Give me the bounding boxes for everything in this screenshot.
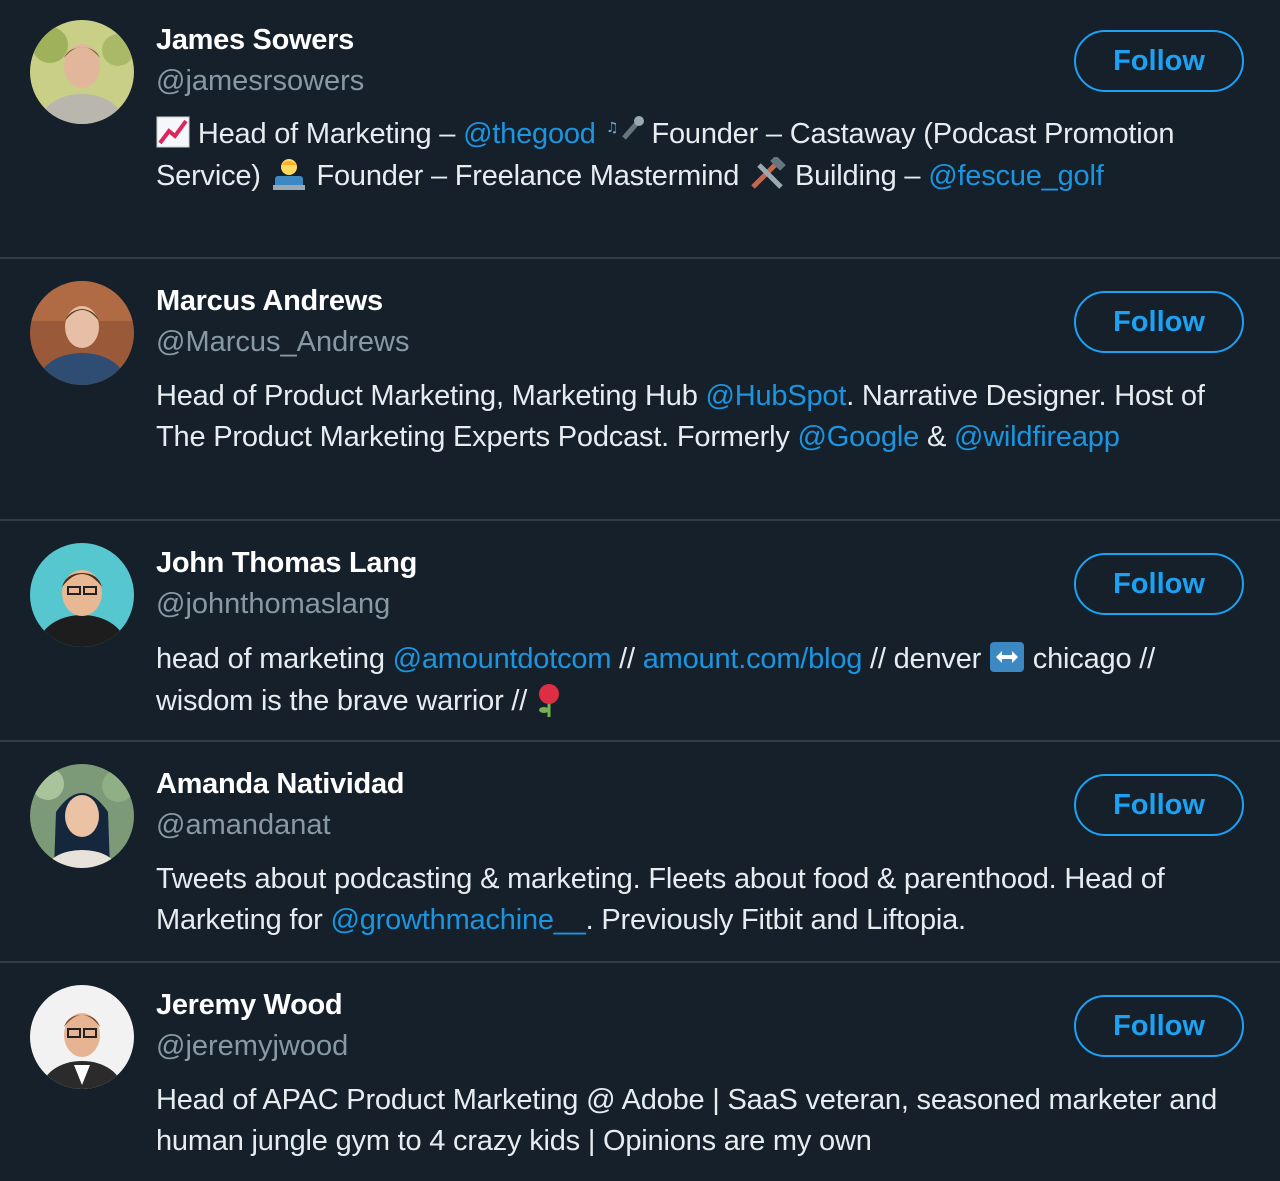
user-bio: Head of APAC Product Marketing @ Adobe |…: [156, 1080, 1236, 1162]
microphone-emoji-icon: ♫: [604, 113, 644, 154]
mention-link[interactable]: @Google: [798, 421, 920, 453]
user-card[interactable]: Amanda Natividad @amandanat Follow Tweet…: [0, 742, 1280, 963]
hammer-and-wrench-emoji-icon: [747, 155, 787, 196]
follow-button[interactable]: Follow: [1074, 774, 1244, 836]
user-handle[interactable]: @amandanat: [156, 809, 331, 842]
user-bio: Head of Marketing – @thegood ♫ Founder –…: [156, 113, 1236, 197]
bio-text: &: [919, 421, 954, 453]
mention-link[interactable]: @amountdotcom: [393, 643, 612, 675]
user-handle[interactable]: @Marcus_Andrews: [156, 326, 409, 359]
mention-link[interactable]: @HubSpot: [706, 380, 847, 412]
user-name[interactable]: James Sowers: [156, 24, 354, 57]
bio-text: Head of APAC Product Marketing @ Adobe |…: [156, 1084, 1218, 1157]
avatar[interactable]: [30, 764, 134, 868]
user-name[interactable]: Jeremy Wood: [156, 989, 343, 1022]
url-link[interactable]: amount.com/blog: [643, 643, 863, 675]
follow-button[interactable]: Follow: [1074, 30, 1244, 92]
user-name[interactable]: John Thomas Lang: [156, 547, 417, 580]
bio-text: Head of Product Marketing, Marketing Hub: [156, 380, 706, 412]
bio-text: Head of Marketing –: [197, 118, 464, 150]
avatar[interactable]: [30, 543, 134, 647]
user-list: James Sowers @jamesrsowers Follow Head o…: [0, 0, 1280, 1181]
follow-button[interactable]: Follow: [1074, 291, 1244, 353]
mention-link[interactable]: @growthmachine__: [331, 904, 586, 936]
user-bio: head of marketing @amountdotcom // amoun…: [156, 638, 1236, 722]
user-bio: Tweets about podcasting & marketing. Fle…: [156, 859, 1236, 941]
rose-emoji-icon: [535, 680, 563, 721]
user-bio: Head of Product Marketing, Marketing Hub…: [156, 376, 1236, 458]
avatar[interactable]: [30, 985, 134, 1089]
bio-text: //: [611, 643, 643, 675]
follow-button[interactable]: Follow: [1074, 553, 1244, 615]
user-handle[interactable]: @jeremyjwood: [156, 1030, 348, 1063]
user-card[interactable]: John Thomas Lang @johnthomaslang Follow …: [0, 521, 1280, 742]
follow-button[interactable]: Follow: [1074, 995, 1244, 1057]
mention-link[interactable]: @wildfireapp: [954, 421, 1120, 453]
chart-increasing-emoji-icon: [156, 113, 190, 154]
bio-text: Building –: [787, 160, 929, 192]
user-handle[interactable]: @johnthomaslang: [156, 588, 390, 621]
avatar[interactable]: [30, 281, 134, 385]
user-name[interactable]: Amanda Natividad: [156, 768, 405, 801]
user-handle[interactable]: @jamesrsowers: [156, 65, 364, 98]
svg-text:♫: ♫: [606, 120, 618, 136]
technologist-emoji-icon: [269, 155, 309, 196]
bio-text: . Previously Fitbit and Liftopia.: [585, 904, 966, 936]
bio-text: Founder – Freelance Mastermind: [308, 160, 748, 192]
user-card[interactable]: James Sowers @jamesrsowers Follow Head o…: [0, 0, 1280, 259]
user-card[interactable]: Marcus Andrews @Marcus_Andrews Follow He…: [0, 259, 1280, 521]
avatar[interactable]: [30, 20, 134, 124]
left-right-arrow-emoji-icon: [989, 638, 1025, 679]
user-name[interactable]: Marcus Andrews: [156, 285, 383, 318]
bio-text: head of marketing: [156, 643, 393, 675]
bio-text: // denver: [862, 643, 989, 675]
user-card[interactable]: Jeremy Wood @jeremyjwood Follow Head of …: [0, 963, 1280, 1181]
mention-link[interactable]: @thegood: [463, 118, 596, 150]
mention-link[interactable]: @fescue_golf: [928, 160, 1104, 192]
